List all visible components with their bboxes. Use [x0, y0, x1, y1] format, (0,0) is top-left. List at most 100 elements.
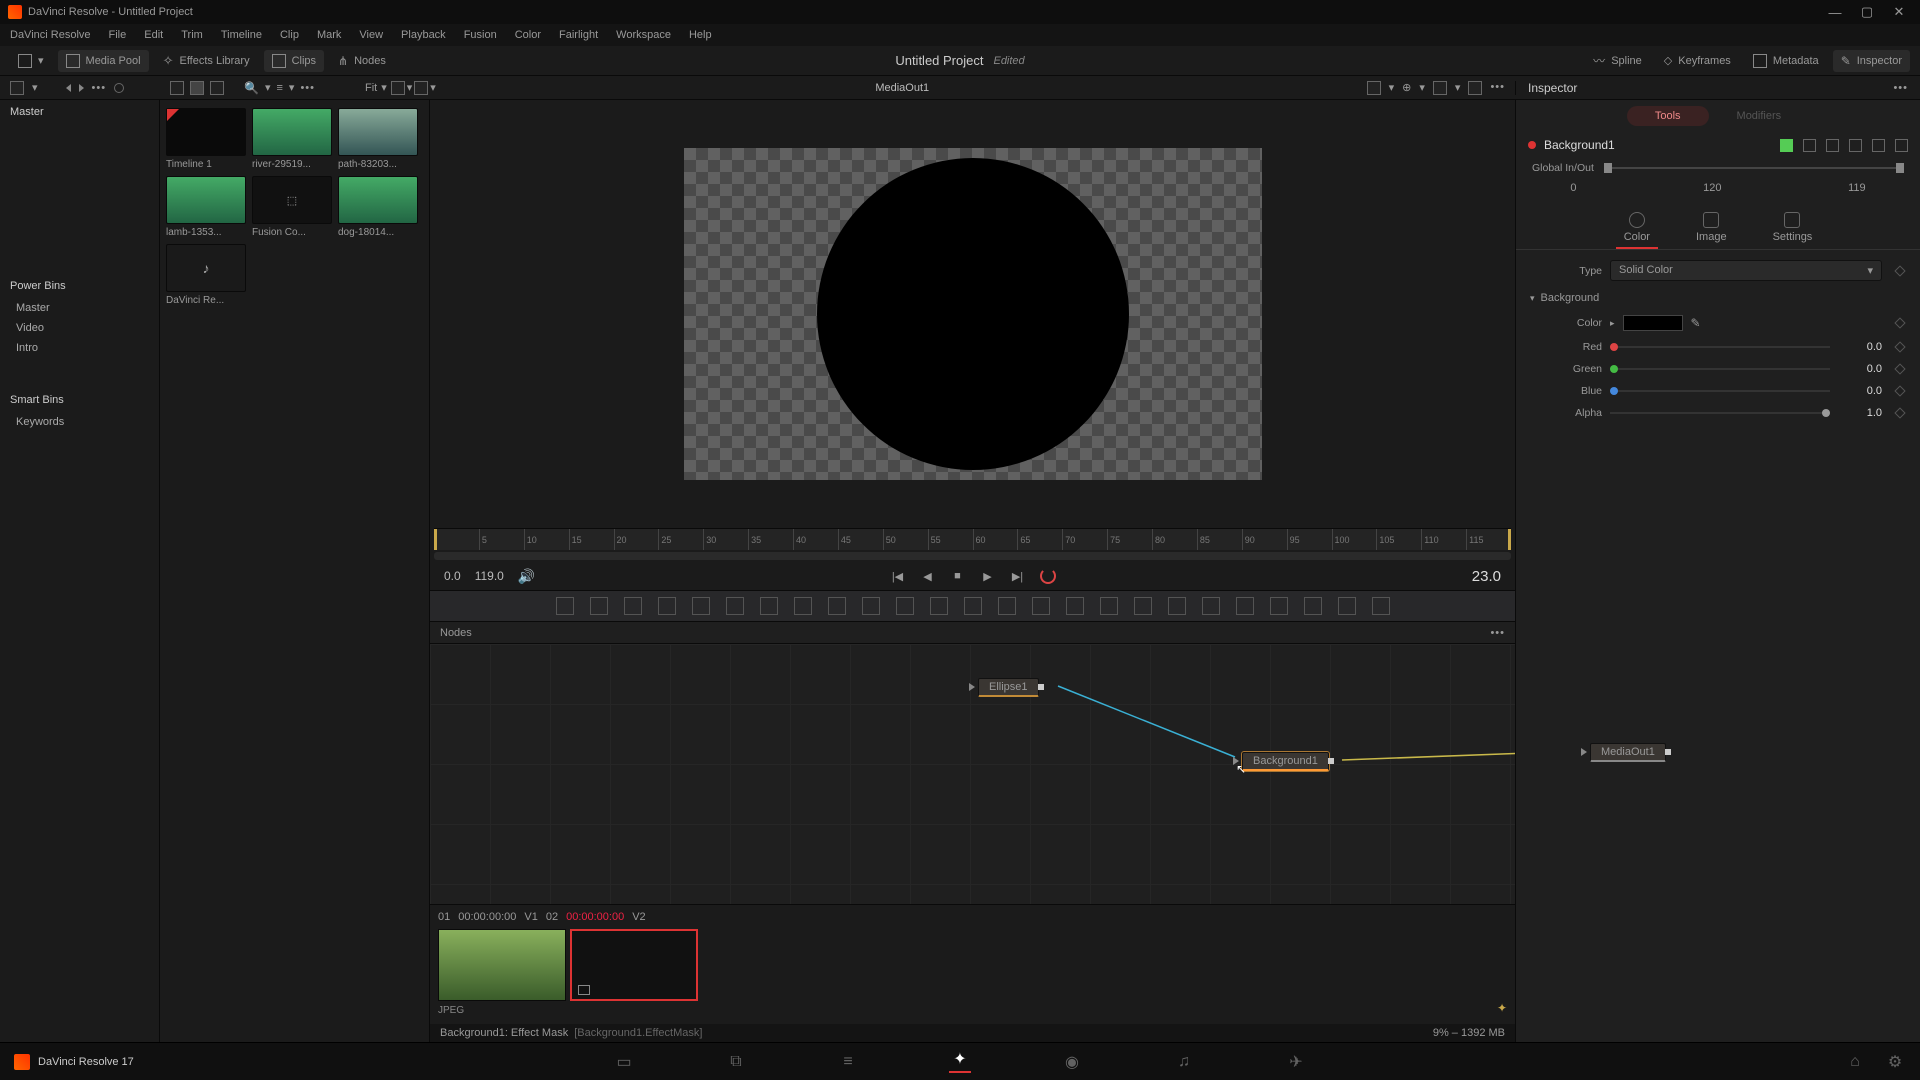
current-timecode[interactable]: 23.0: [1472, 568, 1501, 585]
pin-icon[interactable]: [1849, 139, 1862, 152]
page-deliver-icon[interactable]: ✈: [1285, 1051, 1307, 1073]
effects-library-button[interactable]: ✧Effects Library: [155, 49, 258, 73]
tool-drop-icon[interactable]: [828, 597, 846, 615]
tool-polyline-icon[interactable]: [1066, 597, 1084, 615]
step-back-icon[interactable]: ◀: [920, 568, 936, 584]
window-maximize[interactable]: ▢: [1860, 5, 1874, 19]
channel-value[interactable]: 0.0: [1838, 363, 1882, 375]
clip-thumb[interactable]: river-29519...: [252, 108, 332, 170]
menu-color[interactable]: Color: [515, 29, 541, 41]
global-out-value[interactable]: 119: [1848, 182, 1866, 194]
chevron-down-icon[interactable]: ▾: [1530, 293, 1535, 304]
stop-icon[interactable]: ■: [950, 568, 966, 584]
go-start-icon[interactable]: |◀: [890, 568, 906, 584]
tool-emitter-icon[interactable]: [1202, 597, 1220, 615]
tool-merge-icon[interactable]: [590, 597, 608, 615]
tool-corner-icon[interactable]: [964, 597, 982, 615]
next-bin-icon[interactable]: [79, 84, 84, 92]
page-cut-icon[interactable]: ⧉: [725, 1051, 747, 1073]
node-graph[interactable]: Ellipse1 Background1 MediaOut1 ↖: [430, 644, 1515, 904]
reset-icon[interactable]: [1826, 139, 1839, 152]
menu-davinci-resolve[interactable]: DaVinci Resolve: [10, 29, 91, 41]
menu-fairlight[interactable]: Fairlight: [559, 29, 598, 41]
view-mode-1-icon[interactable]: [170, 81, 184, 95]
viewer-tool-icon[interactable]: [1367, 81, 1381, 95]
tool-render3d-icon[interactable]: [1338, 597, 1356, 615]
spline-button[interactable]: 〰Spline: [1585, 48, 1650, 73]
tool-text-icon[interactable]: [624, 597, 642, 615]
tool-light-icon[interactable]: [794, 597, 812, 615]
clip-thumb[interactable]: dog-18014...: [338, 176, 418, 238]
viewer-opt-2-icon[interactable]: [414, 81, 428, 95]
page-fairlight-icon[interactable]: ♫: [1173, 1051, 1195, 1073]
bin-item[interactable]: Intro: [0, 338, 159, 358]
enable-toggle-icon[interactable]: [1780, 139, 1793, 152]
versions-icon[interactable]: [1803, 139, 1816, 152]
play-icon[interactable]: ▶: [980, 568, 996, 584]
strip-clip-1[interactable]: [438, 929, 566, 1001]
tool-tracker-icon[interactable]: [692, 597, 710, 615]
color-swatch[interactable]: [1623, 315, 1683, 331]
tool-particles3d-icon[interactable]: [1168, 597, 1186, 615]
menu-clip[interactable]: Clip: [280, 29, 299, 41]
speaker-icon[interactable]: 🔊: [518, 568, 535, 585]
tool-matte-icon[interactable]: [930, 597, 948, 615]
tab-tools[interactable]: Tools: [1627, 106, 1709, 126]
lock-icon[interactable]: [1872, 139, 1885, 152]
nodes-button[interactable]: ⋔Nodes: [330, 50, 394, 72]
node-mediaout1[interactable]: MediaOut1: [1590, 743, 1666, 762]
snap-icon[interactable]: ⊕: [1402, 81, 1411, 95]
tool-paint-icon[interactable]: [658, 597, 676, 615]
global-in-value[interactable]: 0: [1570, 182, 1576, 194]
window-minimize[interactable]: —: [1828, 5, 1842, 19]
home-icon[interactable]: ⌂: [1844, 1051, 1866, 1073]
tool-transform-icon[interactable]: [862, 597, 880, 615]
inspector-more-icon[interactable]: •••: [1893, 82, 1908, 94]
clip-thumb[interactable]: lamb-1353...: [166, 176, 246, 238]
media-pool-button[interactable]: Media Pool: [58, 50, 149, 72]
viewer-opt-1-icon[interactable]: [391, 81, 405, 95]
channel-slider[interactable]: [1610, 412, 1830, 414]
menu-timeline[interactable]: Timeline: [221, 29, 262, 41]
clips-button[interactable]: Clips: [264, 50, 324, 72]
channel-slider[interactable]: [1610, 346, 1830, 348]
menu-file[interactable]: File: [109, 29, 127, 41]
tool-ellipse-icon[interactable]: [1032, 597, 1050, 615]
tool-mask-pen-icon[interactable]: [760, 597, 778, 615]
more-icon[interactable]: •••: [1490, 81, 1505, 95]
channel-slider[interactable]: [1610, 368, 1830, 370]
clip-thumb[interactable]: ⬚Fusion Co...: [252, 176, 332, 238]
settings-icon[interactable]: [1895, 139, 1908, 152]
tab-image[interactable]: Image: [1688, 208, 1735, 249]
dual-view-icon[interactable]: [1468, 81, 1482, 95]
menu-view[interactable]: View: [359, 29, 383, 41]
menu-fusion[interactable]: Fusion: [464, 29, 497, 41]
menu-help[interactable]: Help: [689, 29, 712, 41]
fit-dropdown[interactable]: Fit: [365, 82, 377, 94]
tool-cloud-icon[interactable]: [1372, 597, 1390, 615]
scrubber[interactable]: [434, 552, 1511, 560]
search-icon[interactable]: 🔍: [244, 81, 259, 95]
tool-rectangle-icon[interactable]: [998, 597, 1016, 615]
background-section-label[interactable]: Background: [1541, 292, 1600, 304]
go-end-icon[interactable]: ▶|: [1010, 568, 1026, 584]
clip-thumb[interactable]: ♪DaVinci Re...: [166, 244, 246, 306]
expand-color-icon[interactable]: ▸: [1610, 318, 1615, 329]
tab-color[interactable]: Color: [1616, 208, 1658, 249]
power-bins-header[interactable]: Power Bins: [0, 274, 159, 298]
eyedropper-icon[interactable]: ✎: [1691, 316, 1701, 330]
global-io-slider[interactable]: [1604, 167, 1904, 169]
keywords-bin[interactable]: Keywords: [0, 412, 159, 432]
more-icon[interactable]: •••: [300, 82, 315, 94]
menu-trim[interactable]: Trim: [181, 29, 203, 41]
clip-thumb[interactable]: path-83203...: [338, 108, 418, 170]
channel-slider[interactable]: [1610, 390, 1830, 392]
bin-view-icon[interactable]: [10, 81, 24, 95]
page-fusion-icon[interactable]: ✦: [949, 1051, 971, 1073]
smart-bins-header[interactable]: Smart Bins: [0, 388, 159, 412]
node-background1[interactable]: Background1: [1242, 752, 1329, 771]
menu-edit[interactable]: Edit: [144, 29, 163, 41]
tool-crop-icon[interactable]: [896, 597, 914, 615]
menu-playback[interactable]: Playback: [401, 29, 446, 41]
loop-icon[interactable]: [1040, 568, 1056, 584]
